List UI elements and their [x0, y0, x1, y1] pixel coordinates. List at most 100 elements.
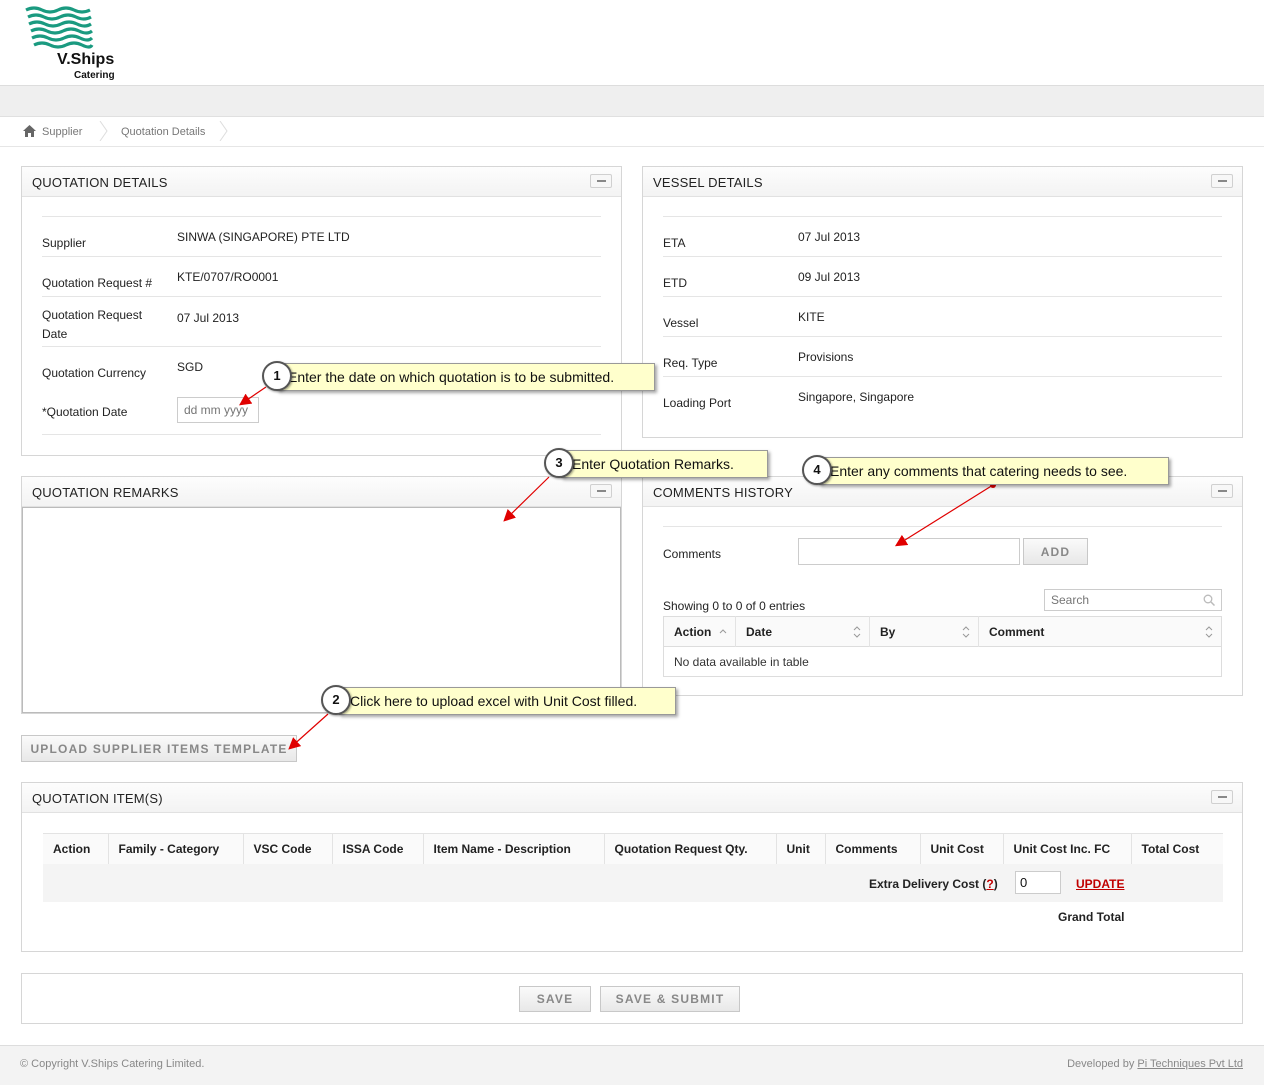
col-comments[interactable]: Comments — [825, 833, 921, 864]
col-total-cost[interactable]: Total Cost — [1131, 833, 1223, 864]
col-action[interactable]: Action — [663, 616, 736, 647]
callout-3: Enter Quotation Remarks. — [561, 450, 768, 478]
breadcrumb-quotation-details[interactable]: Quotation Details — [121, 126, 205, 138]
request-date-label: Quotation Request — [42, 308, 143, 322]
quotation-date-input[interactable] — [177, 397, 259, 423]
vessel-row: Vessel KITE — [663, 296, 1222, 336]
quotation-date-label: *Quotation Date — [42, 405, 128, 419]
save-button[interactable]: SAVE — [519, 986, 591, 1012]
add-comment-button[interactable]: ADD — [1023, 538, 1088, 565]
port-value: Singapore, Singapore — [798, 390, 915, 404]
col-family-category[interactable]: Family - Category — [108, 833, 244, 864]
extra-delivery-input[interactable] — [1015, 871, 1061, 894]
quotation-remarks-textarea[interactable] — [22, 507, 621, 713]
breadcrumb-supplier[interactable]: Supplier — [42, 126, 82, 138]
sort-icon — [853, 626, 861, 638]
footer: © Copyright V.Ships Catering Limited. De… — [0, 1045, 1264, 1085]
callout-3-badge: 3 — [544, 448, 574, 478]
request-date-label-2: Date — [42, 327, 68, 341]
chevron-right-icon — [219, 121, 228, 141]
request-date-value: 07 Jul 2013 — [177, 311, 240, 325]
eta-label: ETA — [663, 236, 686, 250]
home-icon[interactable] — [23, 125, 36, 137]
currency-label: Quotation Currency — [42, 366, 147, 380]
currency-value: SGD — [177, 360, 204, 374]
col-action[interactable]: Action — [43, 833, 109, 864]
col-unit[interactable]: Unit — [776, 833, 826, 864]
collapse-button[interactable] — [590, 484, 612, 498]
port-label: Loading Port — [663, 396, 732, 410]
help-link[interactable]: ? — [986, 877, 993, 891]
quotation-details-panel: QUOTATION DETAILS Supplier SINWA (SINGAP… — [21, 166, 622, 456]
upload-template-button[interactable]: UPLOAD SUPPLIER ITEMS TEMPLATE — [21, 735, 297, 762]
extra-delivery-row: Extra Delivery Cost (?) UPDATE — [43, 864, 1223, 902]
etd-label: ETD — [663, 276, 687, 290]
request-date-row: Quotation Request Date 07 Jul 2013 — [42, 296, 601, 346]
callout-4-badge: 4 — [802, 455, 832, 485]
nav-bar — [0, 86, 1264, 117]
supplier-row: Supplier SINWA (SINGAPORE) PTE LTD — [42, 216, 601, 256]
developer-link[interactable]: Pi Techniques Pvt Ltd — [1137, 1058, 1243, 1070]
callout-1-badge: 1 — [262, 361, 292, 391]
update-link[interactable]: UPDATE — [1076, 877, 1124, 891]
brand-name: V.Ships — [57, 51, 115, 68]
request-no-value: KTE/0707/RO0001 — [177, 270, 279, 284]
extra-delivery-label: Extra Delivery Cost (?) — [869, 877, 998, 891]
search-input[interactable] — [1044, 589, 1222, 611]
sort-asc-icon — [719, 629, 727, 634]
eta-value: 07 Jul 2013 — [798, 230, 861, 244]
collapse-button[interactable] — [1211, 484, 1233, 498]
comments-row: Comments ADD — [663, 526, 1222, 576]
quotation-remarks-panel: QUOTATION REMARKS — [21, 476, 622, 714]
request-no-row: Quotation Request # KTE/0707/RO0001 — [42, 256, 601, 296]
quotation-items-title: QUOTATION ITEM(S) — [32, 791, 163, 806]
vships-logo[interactable]: V.Ships Catering — [24, 6, 124, 82]
quotation-remarks-title: QUOTATION REMARKS — [32, 485, 179, 500]
quotation-items-panel: QUOTATION ITEM(S) Action Family - Catego… — [21, 782, 1243, 952]
sort-icon — [1205, 626, 1213, 638]
callout-1: Enter the date on which quotation is to … — [277, 363, 655, 391]
port-row: Loading Port Singapore, Singapore — [663, 376, 1222, 416]
brand-sub: Catering — [74, 70, 115, 81]
collapse-button[interactable] — [1211, 790, 1233, 804]
callout-2: Click here to upload excel with Unit Cos… — [339, 687, 676, 715]
col-unit-cost-fc[interactable]: Unit Cost Inc. FC — [1003, 833, 1132, 864]
entries-info: Showing 0 to 0 of 0 entries — [663, 599, 806, 613]
sort-icon — [962, 626, 970, 638]
vessel-label: Vessel — [663, 316, 699, 330]
col-by[interactable]: By — [869, 616, 979, 647]
callout-2-badge: 2 — [321, 685, 351, 715]
request-no-label: Quotation Request # — [42, 276, 153, 290]
comments-history-title: COMMENTS HISTORY — [653, 485, 793, 500]
col-request-qty[interactable]: Quotation Request Qty. — [604, 833, 777, 864]
comments-input[interactable] — [798, 538, 1020, 565]
req-type-row: Req. Type Provisions — [663, 336, 1222, 376]
wave-flag-icon — [25, 6, 94, 49]
vessel-value: KITE — [798, 310, 825, 324]
col-item-name[interactable]: Item Name - Description — [423, 833, 605, 864]
search-icon — [1203, 594, 1215, 606]
chevron-right-icon — [99, 121, 108, 141]
header: V.Ships Catering — [0, 0, 1264, 86]
eta-row: ETA 07 Jul 2013 — [663, 216, 1222, 256]
developed-by: Developed by Pi Techniques Pvt Ltd — [1067, 1058, 1243, 1070]
empty-table-message: No data available in table — [663, 646, 1222, 677]
breadcrumb: Supplier Quotation Details — [0, 117, 1264, 147]
etd-row: ETD 09 Jul 2013 — [663, 256, 1222, 296]
col-vsc-code[interactable]: VSC Code — [243, 833, 333, 864]
col-comment[interactable]: Comment — [978, 616, 1222, 647]
save-submit-button[interactable]: SAVE & SUBMIT — [600, 986, 740, 1012]
collapse-button[interactable] — [590, 174, 612, 188]
etd-value: 09 Jul 2013 — [798, 270, 861, 284]
collapse-button[interactable] — [1211, 174, 1233, 188]
grand-total-label: Grand Total — [1058, 910, 1125, 924]
quotation-date-row: *Quotation Date — [42, 386, 601, 435]
req-type-value: Provisions — [798, 350, 854, 364]
col-date[interactable]: Date — [735, 616, 870, 647]
action-bar: SAVE SAVE & SUBMIT — [21, 973, 1243, 1024]
vessel-details-title: VESSEL DETAILS — [653, 175, 763, 190]
col-unit-cost[interactable]: Unit Cost — [920, 833, 1004, 864]
quotation-details-title: QUOTATION DETAILS — [32, 175, 168, 190]
vessel-details-panel: VESSEL DETAILS ETA 07 Jul 2013 ETD 09 Ju… — [642, 166, 1243, 438]
col-issa-code[interactable]: ISSA Code — [332, 833, 424, 864]
